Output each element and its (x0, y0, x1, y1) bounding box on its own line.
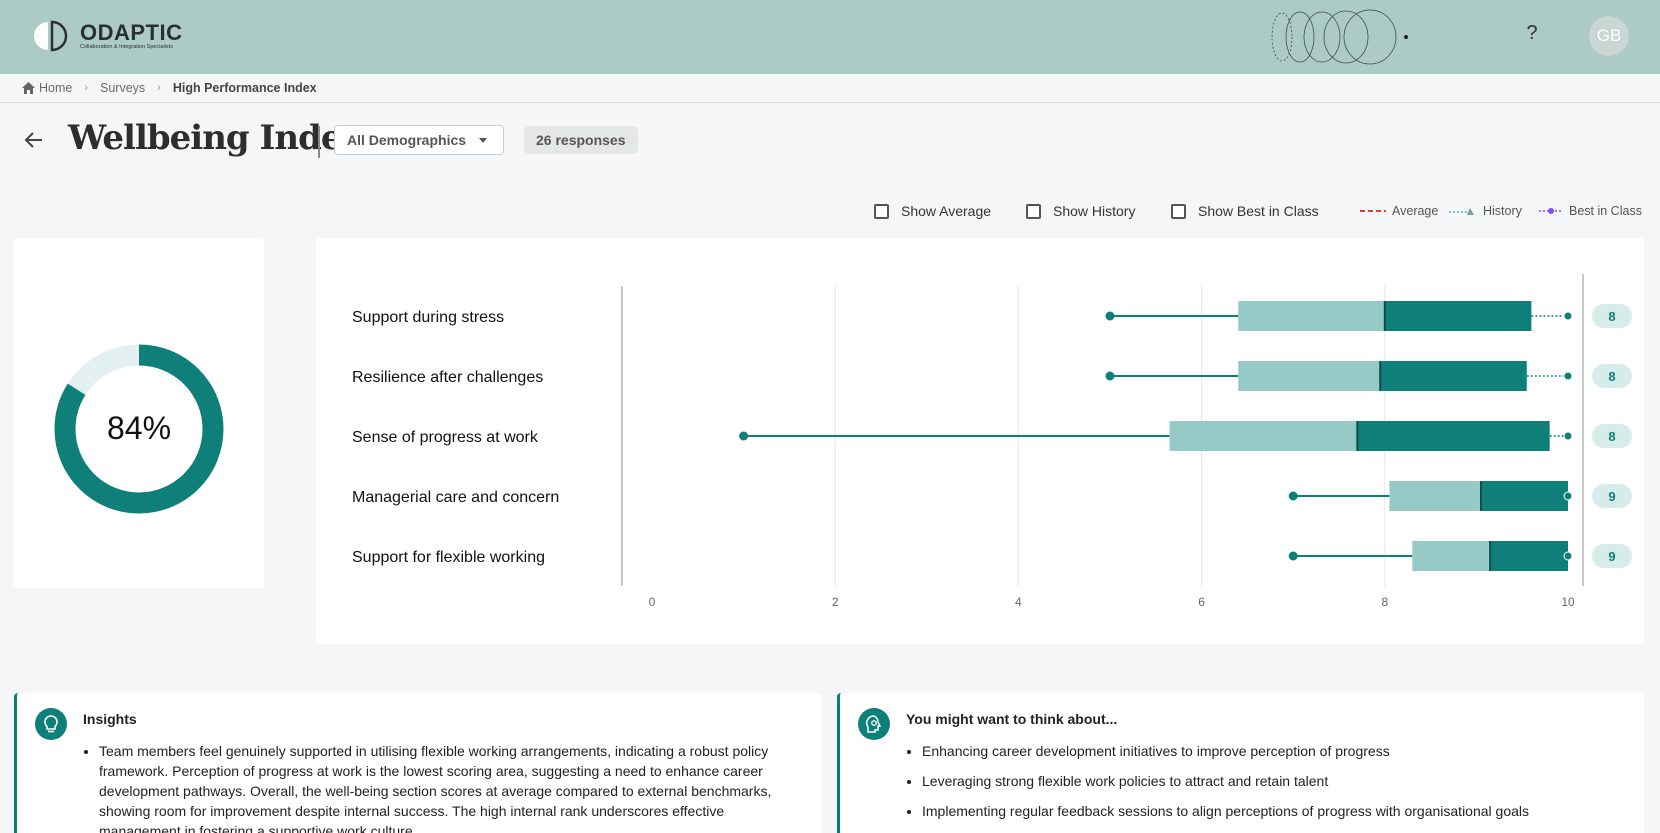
top-bar: ODAPTIC Collaboration & Integration Spec… (0, 0, 1660, 74)
legend-history-label: History (1483, 204, 1522, 218)
responses-badge: 26 responses (524, 126, 638, 154)
breadcrumb-separator-icon: › (84, 82, 89, 94)
demographics-dropdown[interactable]: All Demographics (334, 125, 504, 155)
score-value: 84% (106, 410, 172, 446)
box-plot-card: 0 2 4 6 8 10 Support during stress 8 Resilience … (316, 238, 1644, 644)
row-label: Support during stress (352, 309, 504, 326)
max-point (1563, 311, 1573, 321)
home-icon (22, 82, 35, 94)
think-about-title: You might want to think about... (906, 711, 1118, 727)
upper-quartile-box (1384, 301, 1532, 331)
row-label: Sense of progress at work (352, 429, 539, 446)
x-tick-label: 2 (832, 595, 839, 609)
min-point (1105, 311, 1115, 321)
help-icon[interactable]: ? (1520, 22, 1544, 45)
avatar[interactable]: GB (1589, 16, 1629, 56)
min-point (1288, 491, 1298, 501)
min-point (1105, 371, 1115, 381)
score-badge-value: 8 (1608, 429, 1615, 444)
max-point (1563, 431, 1573, 441)
upper-quartile-box (1480, 481, 1568, 511)
insights-card: Insights Team members feel genuinely sup… (14, 693, 822, 833)
max-point (1563, 551, 1573, 561)
score-badge-value: 9 (1608, 549, 1615, 564)
row-label: Support for flexible working (352, 549, 545, 566)
legend-average: Average (1360, 204, 1438, 218)
show-history-toggle[interactable]: Show History (1026, 203, 1135, 219)
score-badge-value: 9 (1608, 489, 1615, 504)
lower-quartile-box (1389, 481, 1481, 511)
insights-title: Insights (83, 711, 137, 727)
breadcrumb-current: High Performance Index (172, 81, 317, 95)
show-history-label: Show History (1053, 203, 1136, 219)
x-tick-label: 10 (1561, 595, 1575, 609)
page-title: Wellbeing Index (68, 118, 362, 158)
lightbulb-icon (35, 708, 67, 740)
average-line-icon (1360, 210, 1386, 212)
row-label: Managerial care and concern (352, 489, 559, 506)
row-label: Resilience after challenges (352, 369, 543, 386)
show-average-label: Show Average (901, 203, 992, 219)
breadcrumb-separator-icon: › (157, 82, 161, 94)
title-divider (318, 126, 320, 158)
show-best-checkbox[interactable] (1171, 203, 1186, 219)
decorative-circles-graphic (1270, 8, 1420, 71)
x-tick-label: 6 (1198, 595, 1205, 609)
show-best-toggle[interactable]: Show Best in Class (1171, 203, 1319, 219)
legend-history: History (1449, 204, 1522, 218)
x-tick-label: 8 (1381, 595, 1388, 609)
caret-down-icon (479, 138, 487, 143)
score-gauge-card: 84% (14, 238, 264, 588)
think-about-item: Enhancing career development initiatives… (922, 741, 1622, 761)
insight-item: Team members feel genuinely supported in… (99, 741, 809, 833)
best-line-icon (1539, 208, 1563, 214)
legend-average-label: Average (1392, 204, 1439, 218)
divider (0, 102, 1660, 103)
legend-best: Best in Class (1539, 204, 1642, 218)
show-best-label: Show Best in Class (1198, 203, 1319, 219)
breadcrumb-home[interactable]: Home (39, 81, 72, 95)
think-about-card: You might want to think about... Enhanci… (837, 693, 1644, 833)
think-about-item: Implementing regular feedback sessions t… (922, 801, 1622, 821)
min-point (1288, 551, 1298, 561)
logo-tagline: Collaboration & Integration Specialists (80, 43, 173, 50)
logo-icon (34, 18, 74, 54)
score-badge-value: 8 (1608, 309, 1615, 324)
max-point (1563, 371, 1573, 381)
breadcrumb: Home › Surveys › High Performance Index (22, 80, 317, 96)
lower-quartile-box (1238, 301, 1385, 331)
logo[interactable]: ODAPTIC Collaboration & Integration Spec… (34, 18, 183, 54)
upper-quartile-box (1357, 421, 1550, 451)
breadcrumb-surveys[interactable]: Surveys (100, 81, 145, 95)
lower-quartile-box (1169, 421, 1358, 451)
min-point (739, 431, 749, 441)
lower-quartile-box (1238, 361, 1381, 391)
show-history-checkbox[interactable] (1026, 203, 1041, 219)
history-line-icon (1449, 208, 1474, 215)
logo-name: ODAPTIC (80, 19, 183, 45)
x-tick-label: 4 (1015, 595, 1022, 609)
max-point (1563, 491, 1573, 501)
back-arrow-icon[interactable] (22, 128, 46, 152)
upper-quartile-box (1380, 361, 1527, 391)
think-about-item: Leveraging strong flexible work policies… (922, 771, 1622, 791)
score-badge-value: 8 (1608, 369, 1615, 384)
lower-quartile-box (1412, 541, 1491, 571)
upper-quartile-box (1490, 541, 1568, 571)
demographics-value: All Demographics (347, 132, 467, 148)
show-average-checkbox[interactable] (874, 203, 889, 219)
legend-best-label: Best in Class (1569, 204, 1642, 218)
show-average-toggle[interactable]: Show Average (874, 203, 991, 219)
box-plot-chart: 0 2 4 6 8 10 Support during stress 8 Resilience … (352, 274, 1632, 609)
brain-idea-icon (858, 708, 890, 740)
x-tick-label: 0 (649, 595, 656, 609)
